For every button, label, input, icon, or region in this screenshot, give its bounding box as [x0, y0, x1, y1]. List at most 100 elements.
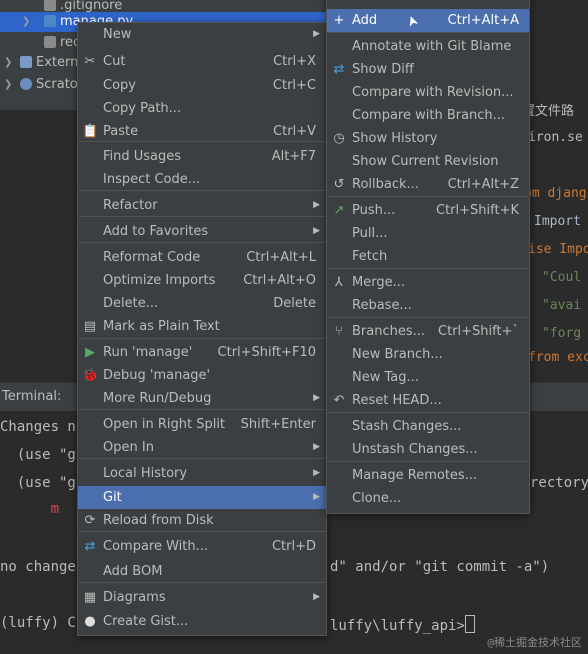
- menu-item-label: Rebase...: [352, 298, 412, 313]
- git-menu-item-fetch[interactable]: Fetch: [327, 245, 529, 268]
- shortcut-label: Ctrl+C: [272, 78, 316, 93]
- menu-item-add-bom[interactable]: Add BOM: [78, 560, 326, 583]
- menu-separator: [79, 531, 325, 532]
- menu-item-git[interactable]: Git ▶: [78, 486, 326, 509]
- git-menu-item-add[interactable]: + Add Ctrl+Alt+A: [327, 9, 529, 32]
- menu-item-label: Reformat Code: [103, 250, 201, 265]
- run-icon: ▶: [85, 345, 95, 360]
- git-menu-item-rollback[interactable]: ↺ Rollback... Ctrl+Alt+Z: [327, 173, 529, 196]
- tree-item-rec[interactable]: rec: [44, 33, 80, 53]
- git-menu-item-manage-remotes[interactable]: Manage Remotes...: [327, 464, 529, 487]
- menu-item-add-to-favorites[interactable]: Add to Favorites ▶: [78, 220, 326, 243]
- menu-item-label: Annotate with Git Blame: [352, 39, 512, 54]
- git-menu-item-clone[interactable]: Clone...: [327, 487, 529, 510]
- menu-item-label: Pull...: [352, 226, 388, 241]
- git-menu-item-compare-with-revision[interactable]: Compare with Revision...: [327, 81, 529, 104]
- menu-item-label: Rollback...: [352, 177, 419, 192]
- terminal-line: d" and/or "git commit -a"): [330, 559, 550, 575]
- terminal-line: rectory: [530, 475, 588, 491]
- menu-item-reload-from-disk[interactable]: ⟳ Reload from Disk: [78, 509, 326, 532]
- menu-item-label: New Tag...: [352, 370, 419, 385]
- menu-item-label: Run 'manage': [103, 345, 193, 360]
- scissors-icon: ✂: [84, 54, 96, 69]
- menu-separator: [79, 141, 325, 142]
- shortcut-label: Delete: [273, 296, 316, 311]
- menu-item-label: New: [103, 27, 132, 42]
- git-menu-item-branches[interactable]: ⑂ Branches... Ctrl+Shift+`: [327, 320, 529, 343]
- submenu-arrow-icon: ▶: [313, 442, 320, 452]
- menu-item-mark-as-plain-text[interactable]: ▤ Mark as Plain Text: [78, 315, 326, 338]
- terminal-cursor: [464, 615, 475, 633]
- menu-item-local-history[interactable]: Local History ▶: [78, 462, 326, 485]
- menu-item-label: Create Gist...: [103, 614, 189, 629]
- git-menu-item-merge[interactable]: ⅄ Merge...: [327, 271, 529, 294]
- submenu-arrow-icon: ▶: [313, 226, 320, 236]
- plus-icon: +: [333, 13, 345, 28]
- menu-item-debug-manage[interactable]: 🐞 Debug 'manage': [78, 364, 326, 387]
- menu-item-open-in-right-split[interactable]: Open in Right Split Shift+Enter: [78, 413, 326, 436]
- menu-item-label: New Branch...: [352, 347, 443, 362]
- push-icon: ↗: [333, 203, 345, 218]
- menu-item-refactor[interactable]: Refactor ▶: [78, 194, 326, 217]
- menu-item-commit-file[interactable]: Commit File...: [327, 0, 529, 4]
- menu-item-inspect-code[interactable]: Inspect Code...: [78, 168, 326, 191]
- git-menu-item-unstash-changes[interactable]: Unstash Changes...: [327, 438, 529, 461]
- git-menu-item-push[interactable]: ↗ Push... Ctrl+Shift+K: [327, 199, 529, 222]
- menu-item-label: Show Diff: [352, 62, 414, 77]
- diff-icon: ⇄: [333, 62, 345, 77]
- terminal-line: no change: [0, 559, 76, 575]
- menu-item-label: Clone...: [352, 491, 402, 506]
- menu-item-compare-with[interactable]: ⇄ Compare With... Ctrl+D: [78, 535, 326, 558]
- menu-item-diagrams[interactable]: ▦ Diagrams ▶: [78, 586, 326, 609]
- menu-item-delete[interactable]: Delete... Delete: [78, 292, 326, 315]
- menu-item-cut[interactable]: ✂ Cut Ctrl+X: [78, 50, 326, 73]
- git-menu-item-new-tag[interactable]: New Tag...: [327, 366, 529, 389]
- menu-item-paste[interactable]: 📋 Paste Ctrl+V: [78, 120, 326, 143]
- git-menu-item-compare-with-branch[interactable]: Compare with Branch...: [327, 104, 529, 127]
- shortcut-label: Ctrl+Shift+F10: [217, 345, 316, 360]
- git-menu-item-new-branch[interactable]: New Branch...: [327, 343, 529, 366]
- menu-item-label: Diagrams: [103, 590, 166, 605]
- submenu-arrow-icon: ▶: [313, 200, 320, 210]
- git-menu-item-rebase[interactable]: Rebase...: [327, 294, 529, 317]
- menu-separator: [328, 317, 528, 318]
- menu-item-label: Inspect Code...: [103, 172, 201, 187]
- text-file-icon: ▤: [83, 319, 97, 334]
- menu-item-more-run-debug[interactable]: More Run/Debug ▶: [78, 387, 326, 410]
- terminal-tab[interactable]: Terminal:: [2, 389, 61, 404]
- menu-item-create-gist[interactable]: ● Create Gist...: [78, 610, 326, 633]
- history-icon: ◷: [333, 131, 345, 146]
- git-menu-item-annotate-with-git-blame[interactable]: Annotate with Git Blame: [327, 35, 529, 58]
- git-menu-item-stash-changes[interactable]: Stash Changes...: [327, 415, 529, 438]
- git-menu-item-show-current-revision[interactable]: Show Current Revision: [327, 150, 529, 173]
- menu-item-label: Branches...: [352, 324, 426, 339]
- menu-item-label: Unstash Changes...: [352, 442, 478, 457]
- git-menu-item-show-diff[interactable]: ⇄ Show Diff: [327, 58, 529, 81]
- menu-item-label: Show Current Revision: [352, 154, 499, 169]
- menu-item-label: Open In: [103, 440, 154, 455]
- menu-item-run-manage[interactable]: ▶ Run 'manage' Ctrl+Shift+F10: [78, 341, 326, 364]
- menu-item-copy[interactable]: Copy Ctrl+C: [78, 74, 326, 97]
- menu-item-label: More Run/Debug: [103, 391, 212, 406]
- tree-item-label: Extern: [36, 55, 79, 70]
- menu-item-label: Manage Remotes...: [352, 468, 478, 483]
- menu-item-find-usages[interactable]: Find Usages Alt+F7: [78, 145, 326, 168]
- menu-item-open-in[interactable]: Open In ▶: [78, 436, 326, 459]
- menu-separator: [79, 458, 325, 459]
- menu-item-label: Reset HEAD...: [352, 393, 442, 408]
- menu-separator: [79, 190, 325, 191]
- menu-item-copy-path[interactable]: Copy Path...: [78, 97, 326, 120]
- shortcut-label: Ctrl+X: [273, 54, 316, 69]
- menu-item-reformat-code[interactable]: Reformat Code Ctrl+Alt+L: [78, 246, 326, 269]
- submenu-arrow-icon: ▶: [313, 393, 320, 403]
- git-menu-item-reset-head[interactable]: ↶ Reset HEAD...: [327, 389, 529, 412]
- menu-item-new[interactable]: New ▶: [78, 23, 326, 46]
- git-menu-item-pull[interactable]: Pull...: [327, 222, 529, 245]
- menu-item-label: Add to Favorites: [103, 224, 209, 239]
- menu-item-optimize-imports[interactable]: Optimize Imports Ctrl+Alt+O: [78, 269, 326, 292]
- chevron-right-icon: ❯: [4, 79, 13, 90]
- git-menu-item-show-history[interactable]: ◷ Show History: [327, 127, 529, 150]
- menu-separator: [328, 32, 528, 33]
- terminal-line: (luffy) C: [0, 615, 76, 631]
- menu-item-label: Show History: [352, 131, 438, 146]
